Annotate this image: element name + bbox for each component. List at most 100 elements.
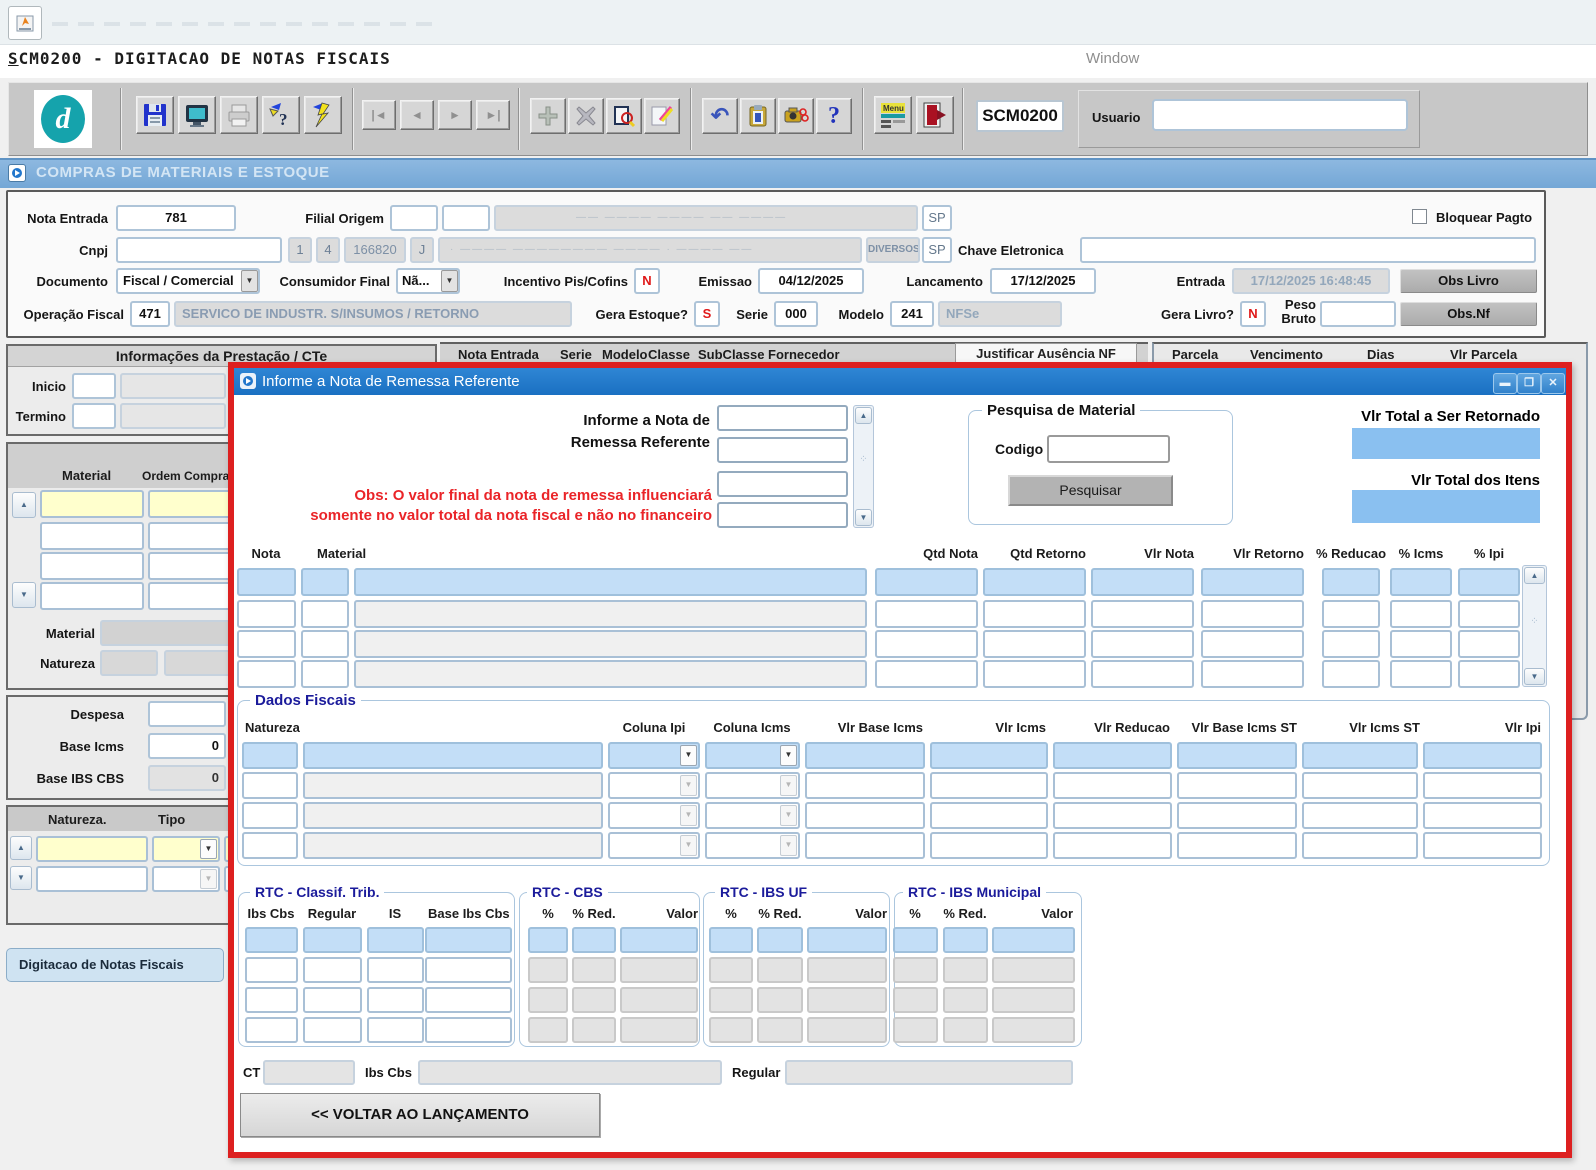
obs-nf-button[interactable]: Obs.Nf xyxy=(1400,302,1537,326)
remessa-grid-cell[interactable] xyxy=(983,600,1086,628)
remessa-grid-cell[interactable] xyxy=(1322,600,1380,628)
rtc-ibs-mun-cell[interactable] xyxy=(992,1017,1075,1043)
despesa-input[interactable] xyxy=(148,701,226,727)
remessa-grid-cell[interactable] xyxy=(875,568,978,596)
attachments-button[interactable] xyxy=(778,98,814,134)
dados-fiscais-cell[interactable] xyxy=(1053,832,1172,859)
consumidor-dropdown-arrow[interactable]: ▼ xyxy=(441,270,458,292)
material-grid-cell[interactable] xyxy=(40,522,144,550)
app-icon-button[interactable] xyxy=(8,6,42,40)
remessa-grid-cell[interactable] xyxy=(1458,660,1520,688)
nota-remessa-input-3[interactable] xyxy=(717,471,848,497)
rtc-classif-cell[interactable] xyxy=(245,987,298,1013)
clipboard-button[interactable] xyxy=(740,98,776,134)
remessa-grid-cell[interactable] xyxy=(237,568,296,596)
remessa-grid-cell[interactable] xyxy=(983,660,1086,688)
rtc-classif-cell[interactable] xyxy=(245,1017,298,1043)
materiais-scroll-down[interactable]: ▼ xyxy=(12,582,36,608)
documento-dropdown-arrow[interactable]: ▼ xyxy=(241,270,258,292)
nota-remessa-input-1[interactable] xyxy=(717,405,848,431)
rtc-ibs-mun-cell[interactable] xyxy=(893,957,938,983)
rtc-cbs-cell[interactable] xyxy=(572,957,616,983)
rtc-cbs-cell[interactable] xyxy=(572,1017,616,1043)
natureza-grid-cell[interactable]: ▼ xyxy=(152,836,220,862)
remessa-grid-cell[interactable] xyxy=(237,600,296,628)
dados-fiscais-cell[interactable] xyxy=(303,832,603,859)
rtc-ibs-mun-cell[interactable] xyxy=(943,1017,988,1043)
scroll-up-button[interactable]: ▲ xyxy=(855,407,872,424)
dados-fiscais-cell[interactable] xyxy=(1177,772,1297,799)
nav-next-button[interactable]: ► xyxy=(438,100,472,130)
rtc-classif-cell[interactable] xyxy=(425,957,512,983)
dados-fiscais-cell[interactable]: ▼ xyxy=(608,772,700,799)
dados-fiscais-cell[interactable] xyxy=(1053,772,1172,799)
dados-fiscais-cell[interactable] xyxy=(303,772,603,799)
lancamento-input[interactable]: 17/12/2025 xyxy=(990,268,1096,294)
rtc-classif-cell[interactable] xyxy=(303,1017,362,1043)
materiais-scroll-up[interactable]: ▲ xyxy=(12,492,36,518)
remessa-grid-cell[interactable] xyxy=(1201,568,1304,596)
operacao-fiscal-input[interactable]: 471 xyxy=(130,301,170,327)
remessa-grid-cell[interactable] xyxy=(1390,568,1452,596)
bloquear-pagto-checkbox[interactable] xyxy=(1412,209,1427,224)
serie-input[interactable]: 000 xyxy=(774,301,818,327)
process-button[interactable] xyxy=(304,96,342,134)
grid-scroll-up[interactable]: ▲ xyxy=(1524,567,1545,584)
obs-livro-button[interactable]: Obs Livro xyxy=(1400,269,1537,293)
rtc-classif-cell[interactable] xyxy=(245,927,298,953)
natureza-scroll-up[interactable]: ▲ xyxy=(10,836,32,860)
dados-fiscais-cell[interactable]: ▼ xyxy=(608,802,700,829)
dados-fiscais-cell[interactable] xyxy=(303,742,603,769)
rtc-cbs-cell[interactable] xyxy=(528,987,568,1013)
remessa-grid-cell[interactable] xyxy=(1091,600,1194,628)
config-help-button[interactable]: ? xyxy=(262,96,300,134)
chave-eletronica-input[interactable] xyxy=(1080,237,1536,263)
rtc-ibs-uf-cell[interactable] xyxy=(807,957,887,983)
remessa-grid-cell[interactable] xyxy=(875,660,978,688)
dados-fiscais-cell[interactable]: ▼ xyxy=(705,832,800,859)
rtc-ibs-mun-cell[interactable] xyxy=(992,987,1075,1013)
dados-fiscais-cell[interactable]: ▼ xyxy=(705,742,800,769)
remessa-grid-cell[interactable] xyxy=(301,600,349,628)
rtc-ibs-uf-cell[interactable] xyxy=(709,957,753,983)
print-button[interactable] xyxy=(220,96,258,134)
remessa-grid-cell[interactable] xyxy=(875,600,978,628)
remessa-grid-cell[interactable] xyxy=(1458,630,1520,658)
rtc-classif-cell[interactable] xyxy=(367,1017,424,1043)
remessa-grid-cell[interactable] xyxy=(1458,568,1520,596)
exit-button[interactable] xyxy=(916,96,954,134)
dados-fiscais-cell[interactable] xyxy=(930,802,1048,829)
rtc-ibs-uf-cell[interactable] xyxy=(757,957,803,983)
rtc-cbs-cell[interactable] xyxy=(528,957,568,983)
dados-fiscais-cell[interactable] xyxy=(242,742,298,769)
rtc-cbs-cell[interactable] xyxy=(620,957,698,983)
usuario-input[interactable] xyxy=(1152,99,1408,131)
filial-origem-input-2[interactable] xyxy=(442,205,490,231)
emissao-input[interactable]: 04/12/2025 xyxy=(758,268,864,294)
dados-fiscais-cell[interactable] xyxy=(1302,802,1418,829)
natureza-grid-cell[interactable]: ▼ xyxy=(152,866,220,892)
rtc-ibs-mun-cell[interactable] xyxy=(893,1017,938,1043)
dados-fiscais-cell[interactable] xyxy=(930,832,1048,859)
rtc-cbs-cell[interactable] xyxy=(620,927,698,953)
dados-fiscais-cell[interactable] xyxy=(242,772,298,799)
menu-item-window[interactable]: Window xyxy=(1086,50,1139,67)
monitor-button[interactable] xyxy=(178,96,216,134)
remessa-grid-cell[interactable] xyxy=(354,600,867,628)
modelo-input[interactable]: 241 xyxy=(890,301,934,327)
rtc-cbs-cell[interactable] xyxy=(528,927,568,953)
remessa-grid-cell[interactable] xyxy=(1390,600,1452,628)
remessa-grid-cell[interactable] xyxy=(1390,630,1452,658)
rtc-cbs-cell[interactable] xyxy=(528,1017,568,1043)
rtc-ibs-mun-cell[interactable] xyxy=(992,927,1075,953)
rtc-ibs-uf-cell[interactable] xyxy=(709,927,753,953)
remessa-grid-cell[interactable] xyxy=(354,660,867,688)
dados-fiscais-cell[interactable] xyxy=(1423,802,1542,829)
rtc-classif-cell[interactable] xyxy=(245,957,298,983)
natureza-grid-cell[interactable] xyxy=(36,866,148,892)
remessa-grid-cell[interactable] xyxy=(1201,630,1304,658)
undo-button[interactable]: ↶ xyxy=(702,98,738,134)
base-icms-input[interactable]: 0 xyxy=(148,733,226,759)
search-record-button[interactable] xyxy=(606,98,642,134)
rtc-ibs-mun-cell[interactable] xyxy=(992,957,1075,983)
